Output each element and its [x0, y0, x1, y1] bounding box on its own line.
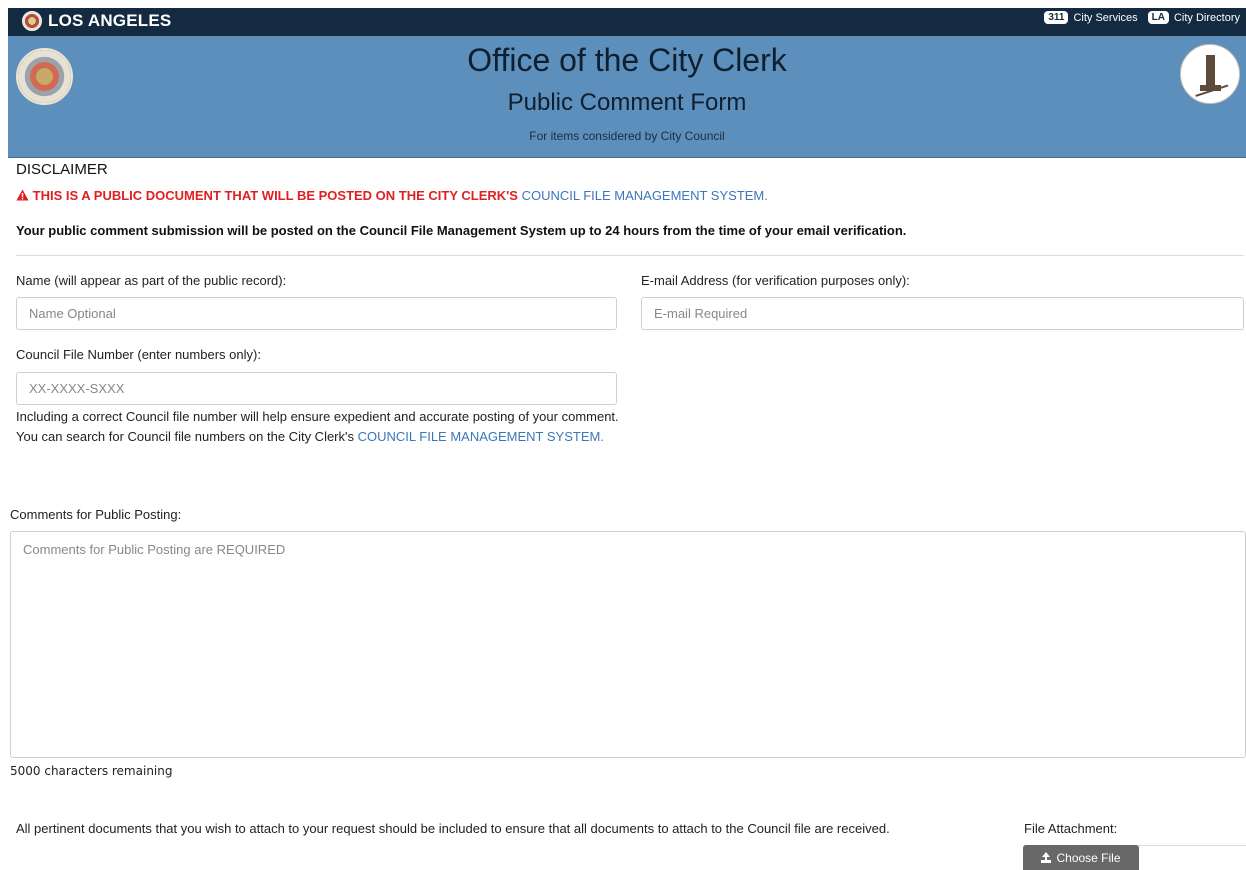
characters-remaining: 5000 characters remaining — [10, 764, 173, 778]
warning-text: THIS IS A PUBLIC DOCUMENT THAT WILL BE P… — [32, 188, 518, 203]
disclaimer-title: DISCLAIMER — [16, 161, 108, 178]
311-badge: 311 — [1044, 11, 1069, 24]
signature-mark — [1191, 73, 1229, 97]
email-input[interactable] — [641, 297, 1244, 330]
choose-file-button[interactable]: Choose File — [1023, 845, 1139, 870]
help-text: Including a correct Council file number … — [16, 409, 619, 424]
la-badge: LA — [1147, 11, 1169, 24]
posting-notice: Your public comment submission will be p… — [16, 223, 907, 238]
council-file-help: Including a correct Council file number … — [16, 407, 626, 447]
cfms-link[interactable]: COUNCIL FILE MANAGEMENT SYSTEM. — [522, 188, 768, 203]
disclaimer-warning: THIS IS A PUBLIC DOCUMENT THAT WILL BE P… — [16, 188, 768, 203]
page-title: Office of the City Clerk — [467, 42, 787, 78]
utility-links: 311 City Services LA City Directory — [1044, 11, 1240, 24]
city-seal-icon — [22, 11, 42, 31]
choose-file-label: Choose File — [1056, 850, 1121, 865]
page-subtitle: Public Comment Form — [507, 89, 747, 116]
brand-text: LOS ANGELES — [48, 11, 172, 30]
council-file-label: Council File Number (enter numbers only)… — [16, 347, 261, 362]
name-input[interactable] — [16, 297, 617, 330]
city-clerk-logo — [1180, 44, 1240, 104]
comments-textarea[interactable] — [10, 531, 1246, 758]
file-attachment-label: File Attachment: — [1024, 821, 1118, 836]
warning-icon — [16, 189, 29, 201]
page-note: For items considered by City Council — [529, 129, 725, 143]
attachment-note: All pertinent documents that you wish to… — [16, 821, 890, 836]
top-bar: LOS ANGELES 311 City Services LA City Di… — [8, 8, 1246, 36]
name-label: Name (will appear as part of the public … — [16, 273, 287, 288]
city-directory-link[interactable]: City Directory — [1174, 12, 1240, 24]
search-text: You can search for Council file numbers … — [16, 429, 354, 444]
page-header: Office of the City Clerk Public Comment … — [8, 36, 1246, 158]
city-services-link[interactable]: City Services — [1073, 12, 1137, 24]
divider — [16, 255, 1244, 256]
upload-icon — [1041, 852, 1051, 863]
email-label: E-mail Address (for verification purpose… — [641, 273, 910, 288]
comments-label: Comments for Public Posting: — [10, 507, 182, 522]
council-file-input[interactable] — [16, 372, 617, 405]
cfms-search-link[interactable]: COUNCIL FILE MANAGEMENT SYSTEM. — [358, 429, 604, 444]
la-brand-link[interactable]: LOS ANGELES — [22, 11, 171, 31]
